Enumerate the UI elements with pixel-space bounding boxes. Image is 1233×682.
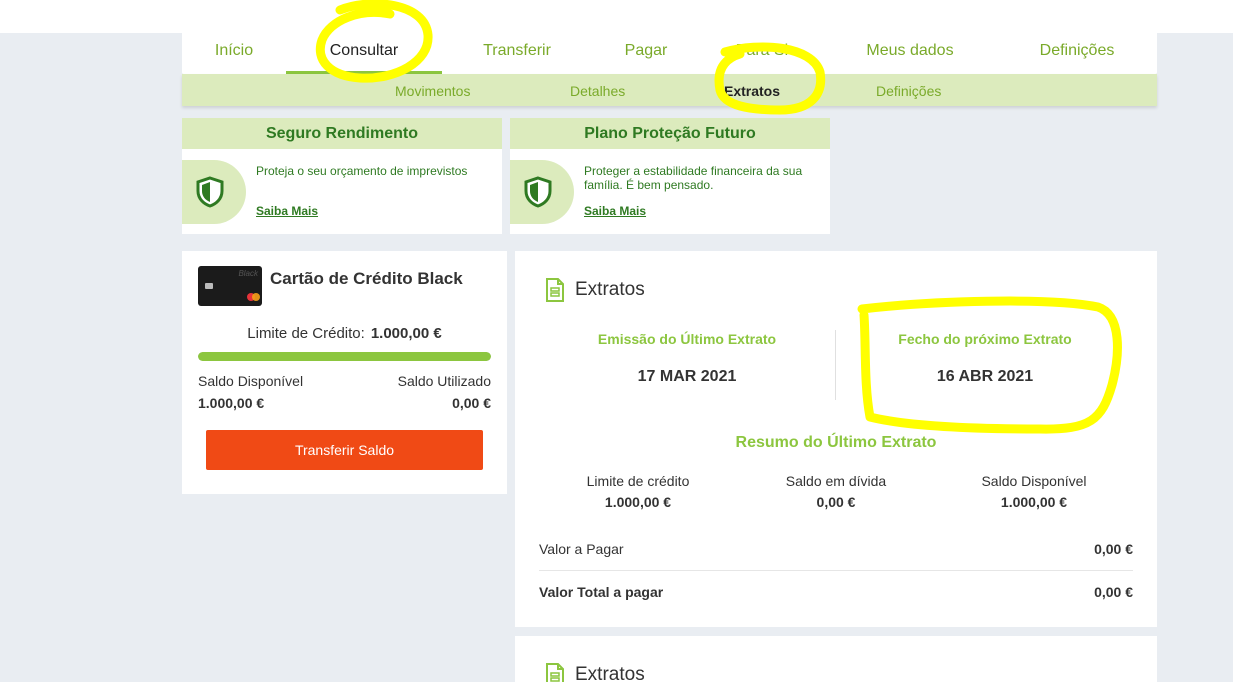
nav-item-definicoes[interactable]: Definições — [1030, 33, 1124, 74]
saiba-mais-link[interactable]: Saiba Mais — [256, 204, 318, 218]
nav-item-inicio[interactable]: Início — [202, 33, 266, 74]
summary-credit-limit-label: Limite de crédito — [586, 473, 690, 489]
summary-credit-limit-value: 1.000,00 € — [604, 494, 672, 510]
statements-panel: Extratos Emissão do Último Extrato 17 MA… — [515, 251, 1157, 627]
summary-debt-balance-label: Saldo em dívida — [785, 473, 887, 489]
shield-icon — [196, 176, 224, 208]
subnav-item-definicoes[interactable]: Definições — [876, 74, 941, 106]
promo-card-seguro-rendimento: Seguro Rendimento Proteja o seu orçament… — [182, 118, 502, 234]
summary-debt-balance-value: 0,00 € — [816, 494, 856, 510]
subnav-item-movimentos[interactable]: Movimentos — [395, 74, 470, 106]
promo-title: Plano Proteção Futuro — [510, 118, 830, 149]
credit-card-panel: Black Cartão de Crédito Black Limite de … — [182, 251, 507, 494]
credit-limit: Limite de Crédito: 1.000,00 € — [182, 325, 507, 342]
subnav-item-detalhes[interactable]: Detalhes — [570, 74, 625, 106]
card-title: Cartão de Crédito Black — [270, 269, 463, 288]
used-balance-label: Saldo Utilizado — [397, 373, 491, 389]
nav-label: Consultar — [329, 42, 399, 59]
card-brand-text: Black — [238, 269, 258, 278]
top-bar — [0, 0, 1233, 33]
promo-title: Seguro Rendimento — [182, 118, 502, 149]
subnav-item-extratos[interactable]: Extratos — [724, 74, 780, 106]
shield-icon — [524, 176, 552, 208]
last-statement-issue-date: 17 MAR 2021 — [637, 368, 737, 385]
main-nav: Início Consultar Transferir Pagar Para S… — [182, 33, 1157, 74]
nav-label: Para Si — [735, 42, 789, 59]
total-due-value: 0,00 € — [1094, 584, 1133, 600]
nav-label: Pagar — [624, 42, 668, 59]
credit-limit-label: Limite de Crédito: — [247, 325, 365, 342]
statement-summary-title: Resumo do Último Extrato — [735, 434, 937, 451]
document-icon — [546, 663, 564, 682]
summary-available-balance-label: Saldo Disponível — [981, 473, 1087, 489]
credit-limit-value: 1.000,00 € — [370, 325, 442, 342]
nav-item-transferir[interactable]: Transferir — [472, 33, 562, 74]
document-icon — [546, 278, 564, 302]
nav-label: Definições — [1039, 42, 1115, 59]
credit-card-image: Black — [198, 266, 262, 306]
nav-label: Início — [214, 42, 254, 59]
promo-card-plano-protecao-futuro: Plano Proteção Futuro Proteger a estabil… — [510, 118, 830, 234]
statements-list-panel: Extratos — [515, 636, 1157, 682]
promo-description: Proteja o seu orçamento de imprevistos — [256, 164, 468, 178]
nav-item-para-si[interactable]: Para Si — [727, 33, 797, 74]
credit-usage-bar — [198, 352, 491, 361]
summary-available-balance-value: 1.000,00 € — [1000, 494, 1068, 510]
nav-label: Meus dados — [866, 42, 954, 59]
nav-item-pagar[interactable]: Pagar — [612, 33, 680, 74]
nav-item-meus-dados[interactable]: Meus dados — [852, 33, 968, 74]
next-statement-close-label: Fecho do próximo Extrato — [898, 331, 1072, 347]
promo-icon-container — [510, 160, 574, 224]
card-chip-icon — [205, 283, 213, 289]
row-divider — [539, 570, 1133, 571]
statements-list-title: Extratos — [575, 664, 645, 682]
transfer-balance-button[interactable]: Transferir Saldo — [206, 430, 483, 470]
nav-label: Transferir — [483, 42, 551, 59]
mastercard-logo-icon — [252, 293, 260, 301]
next-statement-close-date: 16 ABR 2021 — [936, 368, 1034, 385]
nav-item-consultar[interactable]: Consultar — [286, 33, 442, 74]
available-balance-label: Saldo Disponível — [198, 373, 304, 389]
saiba-mais-link[interactable]: Saiba Mais — [584, 204, 646, 218]
total-due-label: Valor Total a pagar — [539, 584, 664, 600]
amount-due-label: Valor a Pagar — [539, 541, 624, 557]
available-balance-value: 1.000,00 € — [198, 395, 265, 411]
statements-title: Extratos — [575, 279, 645, 300]
amount-due-value: 0,00 € — [1094, 541, 1133, 557]
promo-icon-container — [182, 160, 246, 224]
used-balance-value: 0,00 € — [452, 395, 491, 411]
sub-nav: Movimentos Detalhes Extratos Definições — [182, 74, 1157, 106]
promo-description: Proteger a estabilidade financeira da su… — [584, 164, 803, 192]
last-statement-issue-label: Emissão do Último Extrato — [597, 331, 777, 347]
credit-usage-fill — [198, 352, 491, 361]
